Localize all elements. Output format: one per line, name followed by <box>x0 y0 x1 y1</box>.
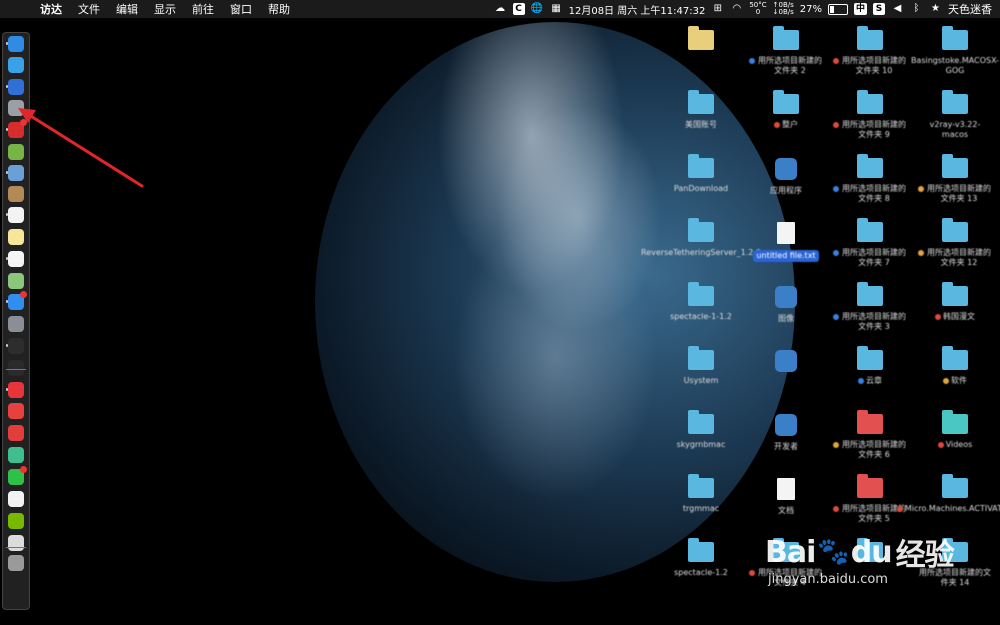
red-arrow-annotation <box>18 108 144 188</box>
